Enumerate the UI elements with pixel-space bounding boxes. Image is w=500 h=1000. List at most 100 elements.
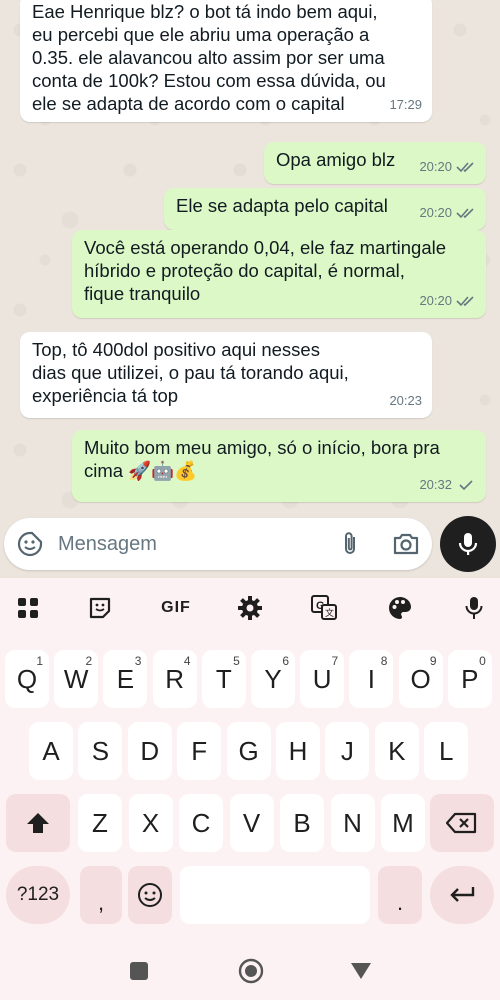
message-text: Muito bom meu amigo, só o início, bora p… bbox=[84, 437, 440, 481]
key-w[interactable]: W2 bbox=[54, 650, 99, 708]
key-number-hint: 2 bbox=[85, 654, 93, 668]
key-j[interactable]: J bbox=[325, 722, 370, 780]
key-label: G bbox=[238, 735, 259, 766]
message-bubble-outgoing[interactable]: Ele se adapta pelo capital 20:20 bbox=[164, 188, 486, 230]
message-time: 17:29 bbox=[389, 97, 422, 112]
key-x[interactable]: X bbox=[128, 794, 173, 852]
message-time: 20:20 bbox=[419, 293, 452, 308]
shift-icon bbox=[27, 813, 49, 833]
key-label: Z bbox=[92, 807, 108, 838]
period-key[interactable]: . bbox=[378, 866, 422, 924]
compose-bar bbox=[4, 518, 432, 570]
message-meta: 20:32 bbox=[419, 473, 476, 496]
key-r[interactable]: R4 bbox=[152, 650, 197, 708]
message-time: 20:23 bbox=[389, 393, 422, 408]
key-number-hint: 1 bbox=[36, 654, 43, 668]
sticker-smile-icon[interactable] bbox=[16, 530, 44, 558]
key-i[interactable]: I8 bbox=[349, 650, 394, 708]
key-number-hint: 8 bbox=[380, 654, 388, 668]
key-o[interactable]: O9 bbox=[398, 650, 443, 708]
message-text: Você está operando 0,04, ele faz marting… bbox=[84, 237, 447, 304]
key-label: D bbox=[140, 735, 160, 766]
key-label: U bbox=[312, 663, 332, 694]
key-label: B bbox=[293, 807, 311, 838]
palette-icon[interactable] bbox=[386, 594, 414, 622]
shift-key[interactable] bbox=[6, 794, 70, 852]
apps-grid-icon[interactable] bbox=[14, 594, 42, 622]
key-label: L bbox=[438, 735, 454, 766]
nav-back-icon[interactable] bbox=[350, 962, 372, 980]
key-e[interactable]: E3 bbox=[103, 650, 148, 708]
symbols-key[interactable]: ?123 bbox=[6, 866, 70, 924]
mic-button[interactable] bbox=[440, 516, 496, 572]
key-h[interactable]: H bbox=[276, 722, 320, 780]
nav-home-icon[interactable] bbox=[238, 958, 264, 984]
key-label: V bbox=[242, 807, 261, 838]
key-q[interactable]: Q1 bbox=[5, 650, 49, 708]
key-v[interactable]: V bbox=[229, 794, 274, 852]
gif-button[interactable]: GIF bbox=[156, 594, 196, 622]
key-label: A bbox=[42, 735, 60, 766]
comma-key[interactable]: , bbox=[80, 866, 122, 924]
key-f[interactable]: F bbox=[177, 722, 222, 780]
key-label: J bbox=[340, 735, 354, 766]
mic-icon bbox=[458, 533, 478, 555]
key-k[interactable]: K bbox=[374, 722, 419, 780]
backspace-key[interactable] bbox=[430, 794, 494, 852]
key-label: H bbox=[288, 735, 308, 766]
gear-icon[interactable] bbox=[236, 594, 264, 622]
enter-key[interactable] bbox=[430, 866, 494, 924]
message-time: 20:20 bbox=[419, 205, 452, 220]
comma-label: , bbox=[97, 890, 105, 915]
key-g[interactable]: G bbox=[226, 722, 271, 780]
emoji-key[interactable] bbox=[128, 866, 172, 924]
message-bubble-incoming[interactable]: Top, tô 400dol positivo aqui nesses dias… bbox=[20, 332, 432, 418]
key-c[interactable]: C bbox=[179, 794, 223, 852]
key-label: X bbox=[141, 807, 160, 838]
nav-recents-icon[interactable] bbox=[130, 962, 148, 980]
message-time: 20:32 bbox=[419, 477, 452, 492]
smiley-icon bbox=[138, 883, 162, 907]
svg-text:文: 文 bbox=[325, 607, 334, 619]
message-bubble-outgoing[interactable]: Muito bom meu amigo, só o início, bora p… bbox=[72, 430, 486, 502]
key-number-hint: 4 bbox=[183, 654, 191, 668]
key-label: K bbox=[388, 735, 406, 766]
key-b[interactable]: B bbox=[280, 794, 324, 852]
key-t[interactable]: T5 bbox=[201, 650, 246, 708]
period-label: . bbox=[396, 890, 404, 915]
sticker-icon[interactable] bbox=[86, 594, 114, 622]
backspace-icon bbox=[446, 812, 477, 834]
key-s[interactable]: S bbox=[78, 722, 123, 780]
key-u[interactable]: U7 bbox=[300, 650, 345, 708]
key-n[interactable]: N bbox=[330, 794, 375, 852]
translate-icon[interactable]: G文 bbox=[310, 594, 338, 622]
key-number-hint: 3 bbox=[134, 654, 142, 668]
mic-icon[interactable] bbox=[460, 594, 488, 622]
key-y[interactable]: Y6 bbox=[251, 650, 295, 708]
paperclip-icon[interactable] bbox=[338, 531, 364, 557]
key-label: T bbox=[215, 663, 232, 694]
key-m[interactable]: M bbox=[381, 794, 425, 852]
key-number-hint: 5 bbox=[233, 654, 240, 668]
space-key[interactable] bbox=[180, 866, 370, 924]
key-a[interactable]: A bbox=[29, 722, 73, 780]
key-d[interactable]: D bbox=[127, 722, 172, 780]
key-l[interactable]: L bbox=[424, 722, 469, 780]
key-number-hint: 9 bbox=[429, 654, 437, 668]
chat-area: Eae Henrique blz? o bot tá indo bem aqui… bbox=[0, 0, 500, 578]
key-label: O bbox=[410, 663, 431, 694]
key-label: I bbox=[367, 663, 375, 694]
key-label: C bbox=[191, 807, 211, 838]
camera-icon[interactable] bbox=[392, 531, 420, 557]
key-label: F bbox=[191, 735, 208, 766]
key-label: M bbox=[392, 807, 414, 838]
message-meta: 17:29 bbox=[389, 93, 422, 116]
message-text: Eae Henrique blz? o bot tá indo bem aqui… bbox=[32, 1, 386, 114]
key-p[interactable]: P0 bbox=[447, 650, 492, 708]
message-bubble-outgoing[interactable]: Você está operando 0,04, ele faz marting… bbox=[72, 230, 486, 318]
message-bubble-incoming[interactable]: Eae Henrique blz? o bot tá indo bem aqui… bbox=[20, 0, 432, 122]
key-label: P bbox=[461, 663, 479, 694]
key-z[interactable]: Z bbox=[78, 794, 122, 852]
message-bubble-outgoing[interactable]: Opa amigo blz 20:20 bbox=[264, 142, 486, 184]
message-input[interactable] bbox=[58, 530, 318, 558]
